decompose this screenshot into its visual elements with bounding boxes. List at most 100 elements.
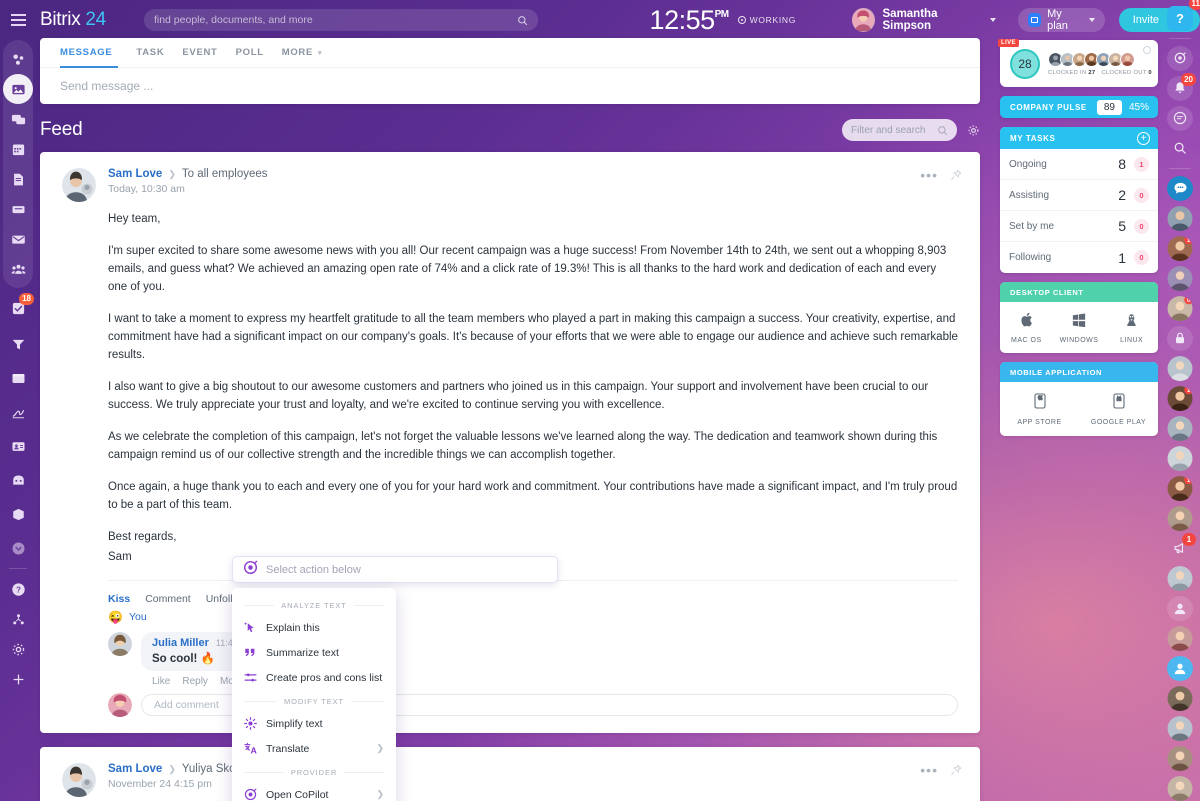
sidebar-item-calendar[interactable]	[3, 134, 33, 164]
avatar[interactable]	[1167, 716, 1193, 741]
lock-icon[interactable]	[1167, 326, 1193, 351]
pin-icon[interactable]	[950, 169, 962, 181]
post-more-icon[interactable]: •••	[920, 763, 938, 777]
post-more-icon[interactable]: •••	[920, 168, 938, 182]
sidebar-item-mail[interactable]	[3, 224, 33, 254]
sidebar-item-documents[interactable]	[3, 164, 33, 194]
composer-input[interactable]: Send message ...	[40, 68, 980, 104]
comment-author[interactable]: Julia Miller	[152, 637, 209, 649]
person-placeholder-icon[interactable]	[1167, 656, 1193, 681]
avatar[interactable]: 1	[1167, 236, 1193, 261]
copilot-item-summarize-text[interactable]: Summarize text	[232, 640, 396, 665]
add-task-button[interactable]: +	[1137, 132, 1150, 145]
avatar[interactable]	[62, 168, 96, 202]
avatar[interactable]	[1167, 506, 1193, 531]
gear-icon[interactable]	[967, 124, 980, 137]
download-google-play[interactable]: GOOGLE PLAY	[1079, 393, 1158, 426]
global-search[interactable]	[144, 9, 538, 31]
copilot-item-create-pros-and-cons-list[interactable]: Create pros and cons list	[232, 665, 396, 690]
copilot-item-simplify-text[interactable]: Simplify text	[232, 711, 396, 736]
my-plan-button[interactable]: My plan	[1018, 8, 1105, 32]
sidebar-item-contacts[interactable]	[3, 431, 33, 461]
tab-poll[interactable]: POLL	[236, 38, 282, 68]
sidebar-item-tasks[interactable]: 18	[3, 293, 33, 323]
search-icon[interactable]	[1167, 136, 1193, 161]
sidebar-item-help[interactable]: ?	[3, 574, 33, 604]
sidebar-item-drive[interactable]	[3, 194, 33, 224]
sidebar-item-settings[interactable]	[3, 634, 33, 664]
messages-icon[interactable]	[1167, 106, 1193, 131]
avatar[interactable]	[1167, 356, 1193, 381]
avatar[interactable]	[1167, 446, 1193, 471]
sidebar-item-add[interactable]	[3, 664, 33, 694]
work-status[interactable]: WORKING	[738, 15, 796, 25]
user-menu[interactable]: Samantha Simpson	[852, 8, 996, 32]
sidebar-item-structure[interactable]	[3, 604, 33, 634]
post-action-comment[interactable]: Comment	[145, 593, 191, 605]
download-windows[interactable]: WINDOWS	[1053, 312, 1106, 344]
avatar[interactable]	[1167, 566, 1193, 591]
avatar[interactable]: 1	[1167, 386, 1193, 411]
person-placeholder-icon[interactable]	[1167, 596, 1193, 621]
avatar[interactable]: 0	[1167, 296, 1193, 321]
avatar[interactable]	[62, 763, 96, 797]
comment-action-reply[interactable]: Reply	[182, 676, 208, 687]
download-macos[interactable]: MAC OS	[1000, 312, 1053, 344]
sidebar-item-bitrix-logo[interactable]	[3, 44, 33, 74]
sidebar-item-more[interactable]	[3, 533, 33, 563]
pin-icon[interactable]	[950, 764, 962, 776]
tab-event[interactable]: EVENT	[182, 38, 235, 68]
search-input[interactable]	[154, 14, 517, 26]
avatar[interactable]	[1120, 52, 1135, 67]
sidebar-item-automation[interactable]	[3, 465, 33, 495]
info-icon[interactable]	[1143, 46, 1151, 54]
tab-task[interactable]: TASK	[136, 38, 182, 68]
avatar[interactable]	[1167, 266, 1193, 291]
company-pulse-title: COMPANY PULSE	[1010, 103, 1097, 112]
avatar[interactable]	[1167, 776, 1193, 801]
post-action-kiss[interactable]: Kiss	[108, 593, 130, 605]
sidebar-item-market[interactable]	[3, 499, 33, 529]
post-author[interactable]: Sam Love	[108, 763, 162, 775]
avatar[interactable]	[108, 632, 132, 656]
reaction-emoji[interactable]: 😜	[108, 610, 123, 624]
app-logo[interactable]: Bitrix 24	[40, 9, 106, 31]
tab-message[interactable]: MESSAGE	[60, 38, 136, 68]
task-row-ongoing[interactable]: Ongoing 8 1	[1000, 149, 1158, 180]
avatar[interactable]	[1167, 626, 1193, 651]
megaphone-icon[interactable]: 1	[1167, 536, 1193, 561]
avatar[interactable]	[1167, 746, 1193, 771]
post-author[interactable]: Sam Love	[108, 168, 162, 180]
copilot-action-input[interactable]: Select action below	[232, 556, 558, 583]
sidebar-item-feed[interactable]	[3, 74, 33, 104]
copilot-item-translate[interactable]: Translate ❯	[232, 736, 396, 761]
avatar[interactable]	[1167, 206, 1193, 231]
task-row-assisting[interactable]: Assisting 2 0	[1000, 180, 1158, 211]
avatar[interactable]: 1	[1167, 476, 1193, 501]
sidebar-item-signing[interactable]	[3, 397, 33, 427]
sidebar-item-chat[interactable]	[3, 104, 33, 134]
avatar[interactable]	[1167, 686, 1193, 711]
notifications-icon[interactable]: 20	[1167, 76, 1193, 101]
help-button[interactable]: ?	[1167, 6, 1193, 31]
chat-icon[interactable]: 11	[1167, 176, 1193, 201]
copilot-item-open-copilot[interactable]: Open CoPilot ❯	[232, 782, 396, 801]
avatar[interactable]	[1167, 416, 1193, 441]
clocked-count-badge[interactable]: 28	[1010, 49, 1040, 79]
company-pulse-widget[interactable]: COMPANY PULSE 89 45%	[1000, 96, 1158, 118]
filter-search[interactable]: Filter and search	[842, 119, 957, 141]
sidebar-item-group[interactable]	[3, 254, 33, 284]
task-row-set-by-me[interactable]: Set by me 5 0	[1000, 211, 1158, 242]
comment-action-like[interactable]: Like	[152, 676, 170, 687]
post-recipient[interactable]: To all employees	[182, 168, 268, 180]
download-app-store[interactable]: APP STORE	[1000, 393, 1079, 426]
tab-more[interactable]: MORE▾	[282, 38, 341, 68]
copilot-item-explain-this[interactable]: Explain this	[232, 615, 396, 640]
menu-burger-icon[interactable]	[0, 0, 36, 40]
sidebar-item-sites[interactable]	[3, 363, 33, 393]
task-row-following[interactable]: Following 1 0	[1000, 242, 1158, 273]
sidebar-item-crm[interactable]	[3, 329, 33, 359]
reaction-who[interactable]: You	[129, 611, 147, 623]
copilot-icon[interactable]	[1167, 46, 1193, 71]
download-linux[interactable]: LINUX	[1105, 312, 1158, 344]
